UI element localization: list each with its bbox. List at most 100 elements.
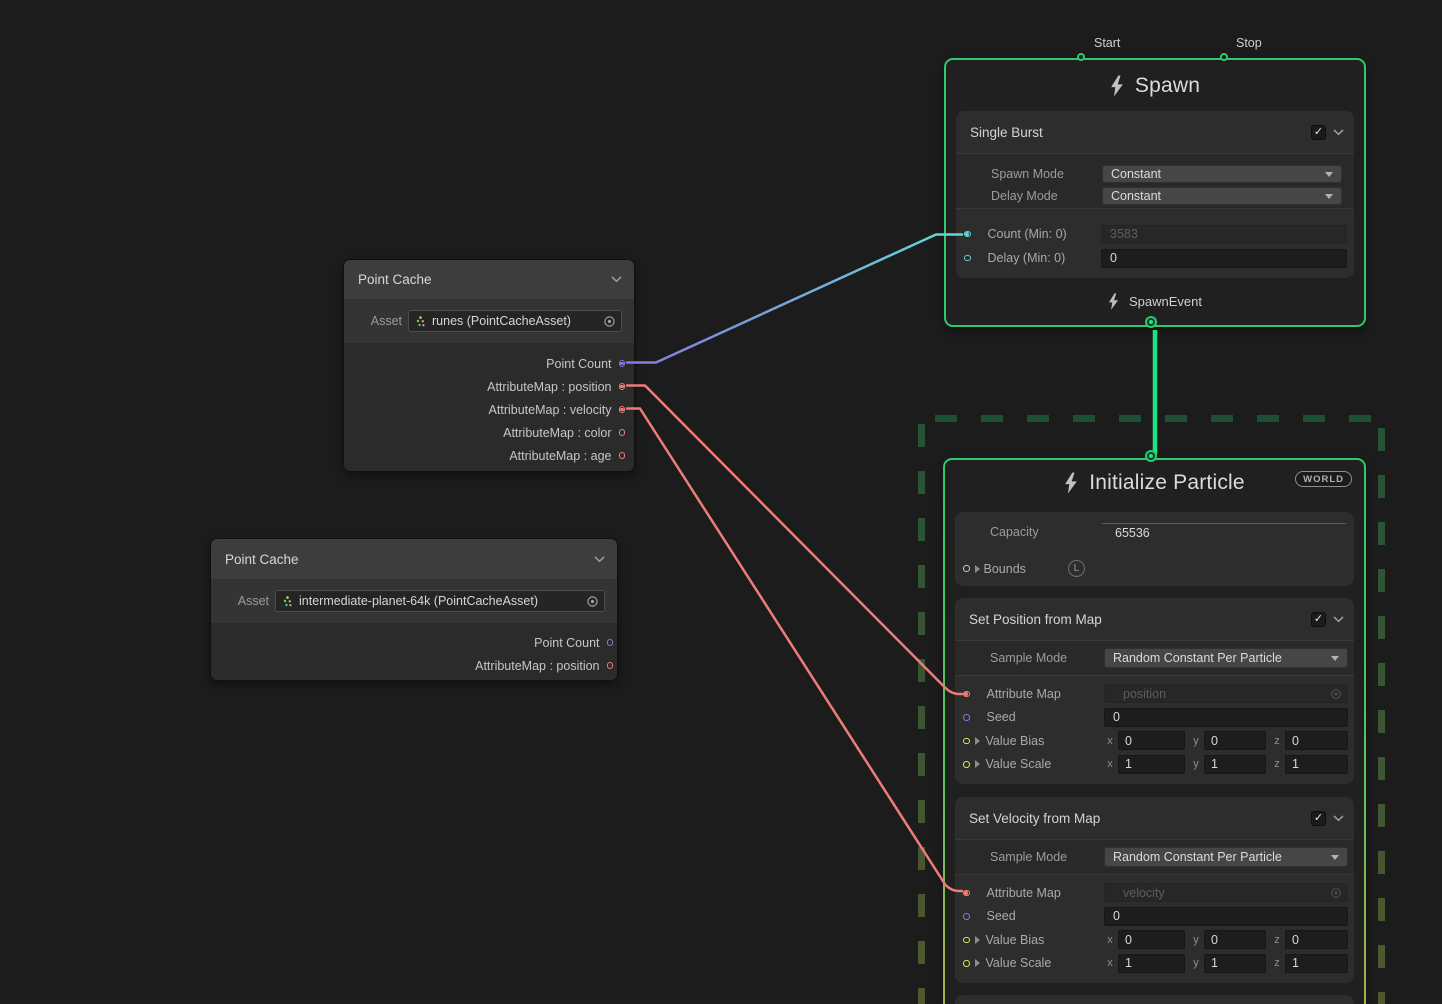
collapse-chevron-icon[interactable] (1333, 616, 1344, 623)
value-bias-input-port[interactable] (963, 937, 970, 944)
flow-port-spawn-output[interactable] (1147, 318, 1155, 326)
output-port-age[interactable] (619, 452, 626, 459)
collapse-chevron-icon[interactable] (611, 276, 622, 283)
attribute-map-input-port[interactable] (963, 890, 970, 897)
expander-triangle-icon[interactable] (975, 959, 980, 967)
edge-position-to-attributemap[interactable] (627, 386, 962, 695)
delay-input-port[interactable] (964, 255, 971, 262)
value-bias-z-field[interactable]: 0 (1285, 930, 1348, 949)
flow-port-initialize-input[interactable] (1147, 452, 1155, 460)
edge-pointcount-to-count[interactable] (627, 235, 962, 363)
bounds-label: Bounds (984, 562, 1026, 576)
value-scale-z-field[interactable]: 1 (1285, 755, 1348, 774)
point-cache-asset-icon (281, 595, 294, 608)
point-cache-runes-node[interactable]: Point Cache Asset runes (PointCacheAsset… (343, 259, 635, 472)
spawn-event-label: SpawnEvent (1129, 294, 1202, 309)
single-burst-block[interactable]: Single Burst ✓ Spawn Mode Constant Delay… (956, 111, 1354, 278)
position-sphere-block[interactable]: Position (Sphere) ✓ (955, 995, 1354, 1004)
axis-y-label: y (1192, 957, 1200, 969)
seed-field[interactable]: 0 (1104, 907, 1348, 926)
flow-port-start[interactable] (1077, 53, 1085, 61)
node-title: Point Cache (358, 272, 611, 287)
vfx-graph-canvas[interactable]: Point Cache Asset runes (PointCacheAsset… (0, 0, 1442, 1004)
output-port-color[interactable] (619, 429, 626, 436)
value-scale-z-field[interactable]: 1 (1285, 954, 1348, 973)
block-enabled-checkbox[interactable]: ✓ (1311, 612, 1326, 627)
attribute-map-field[interactable]: position (1104, 684, 1348, 703)
object-picker-icon[interactable] (602, 314, 617, 329)
space-badge-world[interactable]: WORLD (1295, 471, 1352, 487)
point-cache-runes-header[interactable]: Point Cache (344, 260, 634, 299)
output-port-position[interactable] (619, 383, 626, 390)
axis-y-label: y (1192, 758, 1200, 770)
sample-mode-dropdown[interactable]: Random Constant Per Particle (1104, 847, 1348, 867)
value-bias-input-port[interactable] (963, 738, 970, 745)
set-position-from-map-block[interactable]: Set Position from Map ✓ Sample Mode Rand… (955, 598, 1354, 784)
block-enabled-checkbox[interactable]: ✓ (1311, 811, 1326, 826)
value-bias-x-field[interactable]: 0 (1118, 930, 1185, 949)
spawn-node[interactable]: Spawn Single Burst ✓ Spawn Mode Constant… (944, 58, 1366, 327)
attribute-map-input-port[interactable] (963, 691, 970, 698)
object-picker-icon[interactable] (585, 594, 600, 609)
initialize-node-header: Initialize Particle WORLD (945, 460, 1364, 506)
output-label: AttributeMap : age (509, 449, 611, 463)
collapse-chevron-icon[interactable] (594, 556, 605, 563)
value-bias-x-field[interactable]: 0 (1118, 731, 1185, 750)
value-scale-input-port[interactable] (963, 761, 970, 768)
collapse-chevron-icon[interactable] (1333, 815, 1344, 822)
output-label: AttributeMap : position (487, 380, 611, 394)
expander-triangle-icon[interactable] (975, 737, 980, 745)
edge-velocity-to-attributemap[interactable] (627, 409, 962, 892)
seed-input-port[interactable] (963, 714, 970, 721)
value-bias-y-field[interactable]: 0 (1204, 930, 1266, 949)
asset-object-field[interactable]: intermediate-planet-64k (PointCacheAsset… (275, 590, 605, 612)
asset-object-field[interactable]: runes (PointCacheAsset) (408, 310, 622, 332)
count-row: Count (Min: 0) 3583 (956, 222, 1354, 246)
point-cache-planet-node[interactable]: Point Cache Asset intermediate-planet-64… (210, 538, 618, 681)
expander-triangle-icon[interactable] (975, 760, 980, 768)
count-field[interactable]: 3583 (1101, 225, 1347, 244)
value-scale-x-field[interactable]: 1 (1118, 755, 1185, 774)
value-scale-y-field[interactable]: 1 (1204, 954, 1266, 973)
sample-mode-label: Sample Mode (990, 651, 1104, 665)
capacity-field[interactable]: 65536 (1102, 523, 1346, 540)
value-bias-y-field[interactable]: 0 (1204, 731, 1266, 750)
output-port-point-count[interactable] (619, 360, 626, 367)
value-scale-input-port[interactable] (963, 960, 970, 967)
seed-field[interactable]: 0 (1104, 708, 1348, 727)
value-scale-x-field[interactable]: 1 (1118, 954, 1185, 973)
attribute-map-field[interactable]: velocity (1104, 883, 1348, 902)
object-picker-icon (1329, 886, 1343, 900)
point-cache-asset-icon (414, 315, 427, 328)
value-bias-label: Value Bias (986, 734, 1107, 748)
block-header: Set Velocity from Map ✓ (955, 797, 1354, 839)
delay-mode-dropdown[interactable]: Constant (1102, 187, 1342, 205)
attribute-map-label: Attribute Map (987, 886, 1105, 900)
set-velocity-from-map-block[interactable]: Set Velocity from Map ✓ Sample Mode Rand… (955, 797, 1354, 983)
flow-port-stop[interactable] (1220, 53, 1228, 61)
initialize-particle-node[interactable]: Initialize Particle WORLD Capacity 65536… (943, 458, 1366, 1004)
value-bias-z-field[interactable]: 0 (1285, 731, 1348, 750)
count-input-port[interactable] (964, 231, 971, 238)
collapse-chevron-icon[interactable] (1333, 129, 1344, 136)
space-badge-local[interactable]: L (1068, 560, 1085, 577)
output-label: Point Count (546, 357, 611, 371)
asset-row: Asset intermediate-planet-64k (PointCach… (211, 579, 617, 623)
output-port-position[interactable] (607, 662, 614, 669)
value-scale-y-field[interactable]: 1 (1204, 755, 1266, 774)
delay-field[interactable]: 0 (1101, 249, 1347, 268)
output-row-point-count: Point Count (344, 352, 625, 375)
value-bias-row: Value Bias x 0 y 0 z 0 (955, 729, 1354, 753)
expander-triangle-icon[interactable] (975, 565, 980, 573)
block-enabled-checkbox[interactable]: ✓ (1311, 125, 1326, 140)
axis-z-label: z (1273, 934, 1281, 946)
expander-triangle-icon[interactable] (975, 936, 980, 944)
seed-input-port[interactable] (963, 913, 970, 920)
sample-mode-dropdown[interactable]: Random Constant Per Particle (1104, 648, 1348, 668)
output-row-color: AttributeMap : color (344, 421, 625, 444)
spawn-mode-dropdown[interactable]: Constant (1102, 165, 1342, 183)
output-port-velocity[interactable] (619, 406, 626, 413)
output-port-point-count[interactable] (607, 639, 614, 646)
bounds-input-port[interactable] (963, 565, 970, 572)
point-cache-planet-header[interactable]: Point Cache (211, 539, 617, 579)
